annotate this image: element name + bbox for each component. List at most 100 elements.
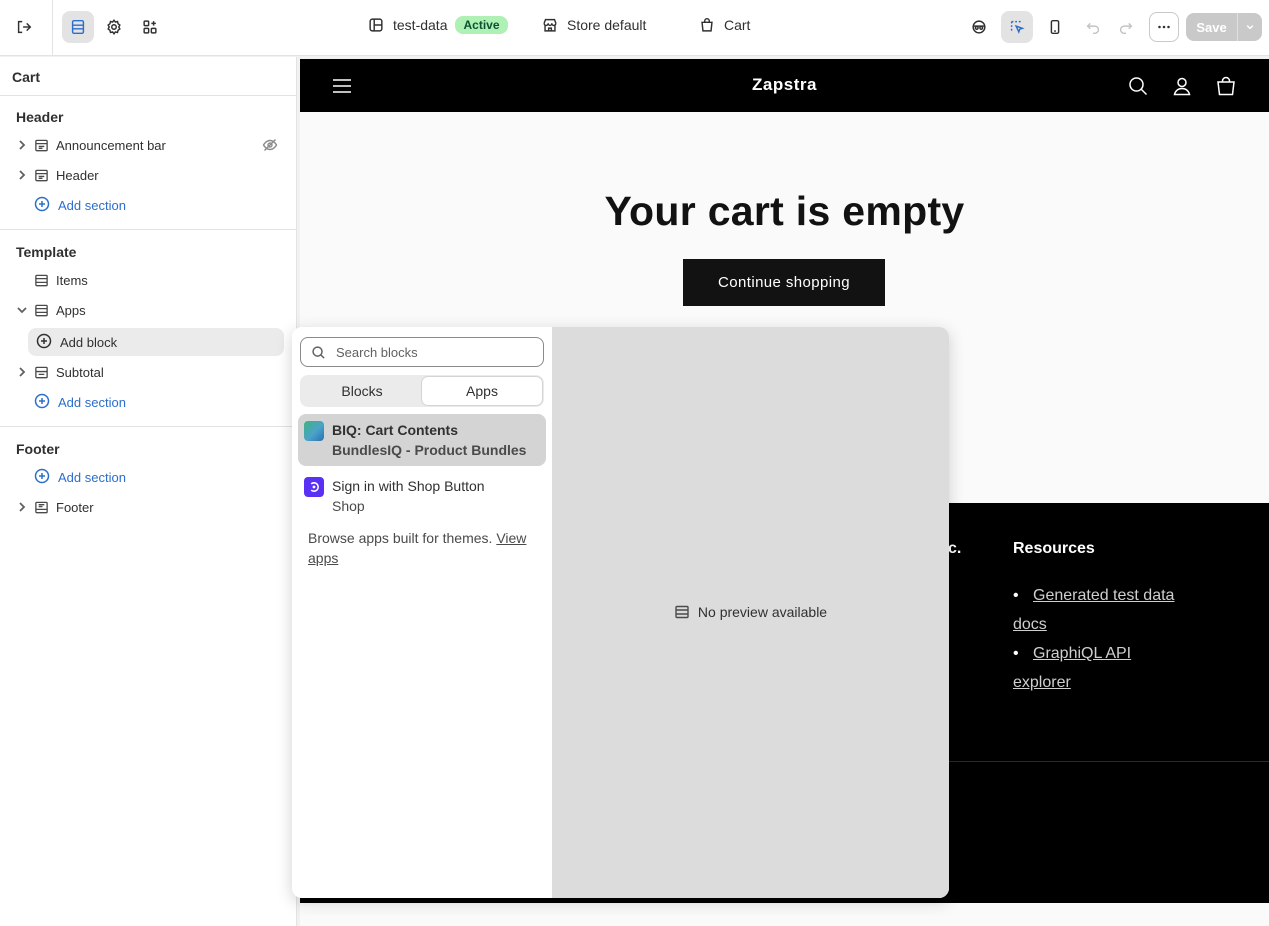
sidebar-item-header[interactable]: Header (14, 161, 284, 189)
store-brand[interactable]: Zapstra (300, 75, 1269, 95)
sections-icon[interactable] (62, 11, 94, 43)
app-embeds-icon[interactable] (134, 11, 166, 43)
divider (0, 426, 296, 427)
account-icon[interactable] (1171, 75, 1193, 100)
cart-empty-heading: Your cart is empty (604, 188, 965, 234)
theme-selector[interactable]: test-data Active (367, 16, 508, 34)
sidebar-item-apps[interactable]: Apps (14, 296, 284, 324)
sidebar-item-label: Apps (56, 302, 86, 318)
store-icon (543, 18, 557, 32)
inspector-icon[interactable] (963, 11, 995, 43)
add-section-header-button[interactable]: Add section (34, 191, 304, 219)
block-tabs: Blocks Apps (300, 375, 544, 407)
more-horizontal-icon (1158, 25, 1170, 29)
sidebar-item-label: Header (56, 167, 99, 183)
plus-circle-icon (34, 393, 58, 412)
footer-link-docs[interactable]: docs (1013, 616, 1047, 633)
chevron-right-icon[interactable] (14, 364, 30, 380)
section-icon (34, 499, 50, 515)
divider (0, 95, 296, 96)
sidebar-title: Cart (12, 69, 41, 85)
editor-topbar: test-data Active Store default Cart Save (0, 0, 1269, 56)
sidebar-item-footer[interactable]: Footer (14, 493, 284, 521)
save-options-button[interactable] (1237, 13, 1262, 41)
theme-name: test-data (393, 17, 448, 33)
topbar-divider (52, 0, 53, 56)
footer-link-item: Generated test data (1013, 581, 1233, 610)
footer-link-test-data[interactable]: Generated test data (1033, 587, 1174, 604)
store-label: Store default (567, 17, 647, 33)
view-apps-link-cont[interactable]: apps (308, 550, 338, 566)
shop-logo-icon (304, 477, 324, 497)
tab-blocks[interactable]: Blocks (302, 377, 422, 405)
divider (0, 229, 296, 230)
exit-icon[interactable] (8, 11, 40, 43)
group-title-header: Header (16, 109, 64, 125)
sidebar-item-items[interactable]: Items (34, 266, 304, 294)
redo-icon[interactable] (1110, 11, 1142, 43)
footer-heading-partial: c. (948, 540, 962, 557)
eye-off-icon[interactable] (262, 137, 278, 156)
sidebar-item-subtotal[interactable]: Subtotal (14, 358, 284, 386)
plus-circle-icon (36, 333, 60, 352)
chevron-down-icon (1246, 25, 1254, 30)
app-block-sign-in-with-shop[interactable]: Sign in with Shop Button Shop (298, 470, 546, 522)
store-selector[interactable]: Store default (541, 16, 646, 34)
add-section-label: Add section (58, 197, 126, 213)
section-icon (34, 137, 50, 153)
view-apps-link[interactable]: View (496, 530, 526, 546)
section-icon (34, 364, 50, 380)
bundlesiq-logo-icon (304, 421, 324, 441)
search-blocks-field[interactable] (300, 337, 544, 367)
footer-link-continuation: docs (1013, 610, 1233, 639)
footer-link-item: GraphiQL API (1013, 639, 1233, 668)
theme-settings-gear-icon[interactable] (98, 11, 130, 43)
browse-apps-label: Browse apps built for themes. (308, 530, 493, 546)
app-block-subtitle: Shop (332, 498, 365, 514)
sections-sidebar: Cart Header Announcement bar Header Add … (0, 57, 297, 926)
bag-icon (701, 18, 713, 32)
block-preview-panel: No preview available (552, 327, 949, 898)
status-badge: Active (455, 16, 508, 34)
tab-apps[interactable]: Apps (422, 377, 542, 405)
browse-apps-text: Browse apps built for themes. View apps (308, 528, 540, 568)
add-section-footer-button[interactable]: Add section (34, 463, 304, 491)
mobile-preview-icon[interactable] (1039, 11, 1071, 43)
undo-icon[interactable] (1077, 11, 1109, 43)
footer-link-continuation: explorer (1013, 668, 1233, 697)
sidebar-item-announcement-bar[interactable]: Announcement bar (14, 131, 284, 159)
plus-circle-icon (34, 468, 58, 487)
section-icon (34, 302, 50, 318)
search-blocks-input[interactable] (336, 344, 526, 360)
footer-link-explorer[interactable]: explorer (1013, 674, 1071, 691)
sidebar-item-label: Items (56, 272, 88, 288)
chevron-down-icon[interactable] (14, 302, 30, 318)
chevron-right-icon[interactable] (14, 499, 30, 515)
app-block-biq-cart-contents[interactable]: BIQ: Cart Contents BundlesIQ - Product B… (298, 414, 546, 466)
add-section-template-button[interactable]: Add section (34, 388, 304, 416)
add-section-label: Add section (58, 394, 126, 410)
search-icon[interactable] (1127, 75, 1149, 100)
sidebar-item-label: Footer (56, 499, 94, 515)
save-button[interactable]: Save (1186, 13, 1237, 41)
no-preview-label: No preview available (697, 604, 828, 620)
more-actions-button[interactable] (1149, 12, 1179, 42)
chevron-right-icon[interactable] (14, 167, 30, 183)
continue-shopping-button[interactable]: Continue shopping (683, 259, 885, 306)
add-block-button[interactable]: Add block (28, 328, 284, 356)
app-block-subtitle: BundlesIQ - Product Bundles (332, 442, 527, 458)
footer-link-graphiql[interactable]: GraphiQL API (1033, 645, 1131, 662)
cart-icon[interactable] (1215, 75, 1237, 100)
plus-circle-icon (34, 196, 58, 215)
page-label: Cart (724, 17, 751, 33)
add-section-label: Add section (58, 469, 126, 485)
page-selector[interactable]: Cart (698, 16, 750, 34)
section-icon (675, 605, 689, 619)
footer-resources-title: Resources (1013, 540, 1095, 557)
sidebar-item-label: Subtotal (56, 364, 104, 380)
group-title-template: Template (16, 244, 77, 260)
store-header: Zapstra (300, 59, 1269, 112)
select-cursor-icon[interactable] (1001, 11, 1033, 43)
chevron-right-icon[interactable] (14, 137, 30, 153)
sidebar-item-label: Announcement bar (56, 137, 166, 153)
